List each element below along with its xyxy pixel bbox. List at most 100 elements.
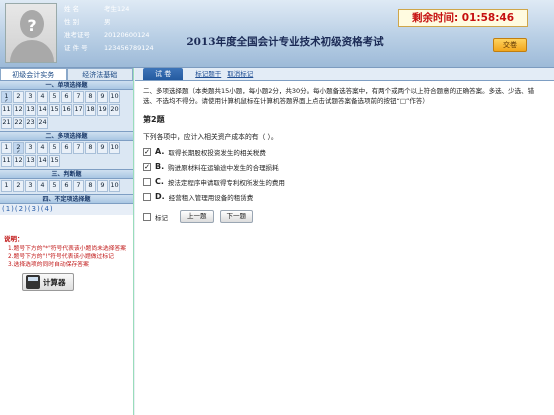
question-grid: 1 2 ✓ 3 4 5 6 7 8 9 10 11 12 13 14 15 bbox=[0, 141, 133, 169]
question-cell[interactable]: 13 bbox=[25, 155, 36, 167]
question-cell[interactable]: 3 bbox=[25, 142, 36, 154]
question-cell[interactable]: 6 bbox=[61, 91, 72, 103]
mark-stem-link[interactable]: 标记题干 bbox=[195, 68, 221, 80]
question-cell[interactable]: 3 bbox=[25, 180, 36, 192]
tab-accounting-practice[interactable]: 初级会计实务 bbox=[0, 68, 67, 80]
question-cell-number: 11 bbox=[2, 105, 11, 113]
question-cell[interactable]: 12 bbox=[13, 104, 24, 116]
question-cell[interactable]: 21 bbox=[1, 117, 12, 129]
question-cell[interactable]: 11 bbox=[1, 155, 12, 167]
section-header[interactable]: 一、单项选择题 bbox=[0, 80, 133, 90]
section-list: 一、单项选择题 1 ✓ 2 3 4 5 6 7 8 9 10 11 12 13 14 15 16 17 18 19 20 2… bbox=[0, 80, 133, 204]
question-cell[interactable]: 13 bbox=[25, 104, 36, 116]
question-cell[interactable]: 1 ✓ bbox=[1, 91, 12, 104]
question-cell-number: 6 bbox=[64, 143, 69, 151]
option-text: 购进原材料在运输途中发生的合理损耗 bbox=[168, 163, 279, 172]
question-cell[interactable]: 7 bbox=[73, 91, 84, 103]
question-cell[interactable]: 14 bbox=[37, 104, 48, 116]
question-cell[interactable]: 2 ✓ bbox=[13, 142, 24, 155]
info-label: 性 别 bbox=[64, 18, 80, 26]
question-cell[interactable]: 19 bbox=[97, 104, 108, 116]
option-b[interactable]: ✓ B. 购进原材料在运输途中发生的合理损耗 bbox=[135, 159, 554, 174]
candidate-info-row: 准考证号 20120600124 bbox=[64, 29, 174, 42]
question-cell[interactable]: 6 bbox=[61, 142, 72, 154]
question-cell[interactable]: 1 bbox=[1, 142, 12, 154]
question-cell[interactable]: 4 bbox=[37, 142, 48, 154]
question-cell[interactable]: 8 bbox=[85, 142, 96, 154]
question-cell[interactable]: 6 bbox=[61, 180, 72, 192]
question-cell[interactable]: 17 bbox=[73, 104, 84, 116]
note-line: 3.选择选项的同时自动保存答案 bbox=[8, 262, 89, 268]
question-cell[interactable]: 4 bbox=[37, 91, 48, 103]
question-cell[interactable]: 10 bbox=[109, 91, 120, 103]
question-cell[interactable]: 4 bbox=[37, 180, 48, 192]
question-cell[interactable]: 7 bbox=[73, 180, 84, 192]
question-cell[interactable]: 5 bbox=[49, 91, 60, 103]
info-value: 123456789124 bbox=[104, 44, 154, 52]
question-cell-number: 7 bbox=[76, 181, 81, 189]
question-cell-number: 8 bbox=[88, 143, 93, 151]
question-cell[interactable]: 23 bbox=[25, 117, 36, 129]
question-cell[interactable]: 20 bbox=[109, 104, 120, 116]
section-header[interactable]: 三、判断题 bbox=[0, 169, 133, 179]
question-cell[interactable]: 15 bbox=[49, 104, 60, 116]
question-cell-number: 2 bbox=[16, 92, 21, 100]
question-cell-number: 13 bbox=[26, 105, 35, 113]
unmark-link[interactable]: 取消标记 bbox=[227, 68, 253, 80]
section-header[interactable]: 四、不定项选择题 bbox=[0, 194, 133, 204]
question-cell-number: 4 bbox=[40, 181, 45, 189]
question-cell[interactable]: 9 bbox=[97, 142, 108, 154]
question-cell-number: 9 bbox=[100, 92, 105, 100]
notes-title: 说明： bbox=[4, 235, 24, 243]
option-a[interactable]: ✓ A. 取得长期股权投资发生的相关税费 bbox=[135, 144, 554, 159]
calculator-button[interactable]: 计算器 bbox=[22, 273, 74, 291]
question-cell[interactable]: 22 bbox=[13, 117, 24, 129]
question-cell[interactable]: 9 bbox=[97, 91, 108, 103]
option-letter: A. bbox=[155, 147, 165, 156]
question-cell-number: 8 bbox=[88, 92, 93, 100]
option-checkbox[interactable] bbox=[143, 177, 151, 186]
mark-checkbox[interactable] bbox=[143, 212, 151, 221]
question-cell[interactable]: 10 bbox=[109, 142, 120, 154]
question-cell-number: 10 bbox=[110, 181, 119, 189]
question-cell-number: 9 bbox=[100, 181, 105, 189]
question-cell[interactable]: 11 bbox=[1, 104, 12, 116]
question-cell[interactable]: 10 bbox=[109, 180, 120, 192]
candidate-info-row: 证 件 号 123456789124 bbox=[64, 42, 174, 55]
submit-button[interactable]: 交卷 bbox=[493, 38, 527, 52]
question-cell[interactable]: 15 bbox=[49, 155, 60, 167]
option-checkbox[interactable]: ✓ bbox=[143, 147, 151, 156]
question-cell[interactable]: 5 bbox=[49, 142, 60, 154]
option-checkbox[interactable]: ✓ bbox=[143, 162, 151, 171]
next-question-button[interactable]: 下一题 bbox=[219, 210, 253, 223]
question-cell[interactable]: 1 bbox=[1, 180, 12, 192]
question-cell[interactable]: 8 bbox=[85, 180, 96, 192]
question-cell[interactable]: 8 bbox=[85, 91, 96, 103]
question-cell[interactable]: 2 bbox=[13, 180, 24, 192]
question-cell[interactable]: 5 bbox=[49, 180, 60, 192]
question-cell-number: 22 bbox=[14, 118, 23, 126]
question-cell[interactable]: 18 bbox=[85, 104, 96, 116]
section-header[interactable]: 二、多项选择题 bbox=[0, 131, 133, 141]
question-cell-number: 1 bbox=[4, 181, 9, 189]
question-cell[interactable]: 7 bbox=[73, 142, 84, 154]
question-cell[interactable]: 16 bbox=[61, 104, 72, 116]
option-d[interactable]: D. 经营租入管理用设备的租赁费 bbox=[135, 189, 554, 204]
question-stem: 下列各项中，应计入相关资产成本的有（ ）。 bbox=[143, 133, 278, 141]
question-cell[interactable]: 3 bbox=[25, 91, 36, 103]
question-cell[interactable]: 2 bbox=[13, 91, 24, 103]
question-cell-number: 5 bbox=[52, 92, 57, 100]
prev-question-button[interactable]: 上一题 bbox=[180, 210, 214, 223]
question-cell[interactable]: 24 bbox=[37, 117, 48, 129]
tab-economic-law[interactable]: 经济法基础 bbox=[66, 68, 133, 80]
question-cell-number: 6 bbox=[64, 92, 69, 100]
header: ? 姓 名 考生124 性 别 男准考证号 20120600124 证 件 号 123456… bbox=[0, 0, 554, 68]
status-legend: (1)(2)(3)(4) bbox=[0, 204, 133, 215]
option-checkbox[interactable] bbox=[143, 192, 151, 201]
question-cell[interactable]: 14 bbox=[37, 155, 48, 167]
question-cell[interactable]: 12 bbox=[13, 155, 24, 167]
option-c[interactable]: C. 按法定程序申请取得专利权所发生的费用 bbox=[135, 174, 554, 189]
question-cell[interactable]: 9 bbox=[97, 180, 108, 192]
question-cell-number: 5 bbox=[52, 181, 57, 189]
tab-paper[interactable]: 试 卷 bbox=[143, 68, 184, 80]
